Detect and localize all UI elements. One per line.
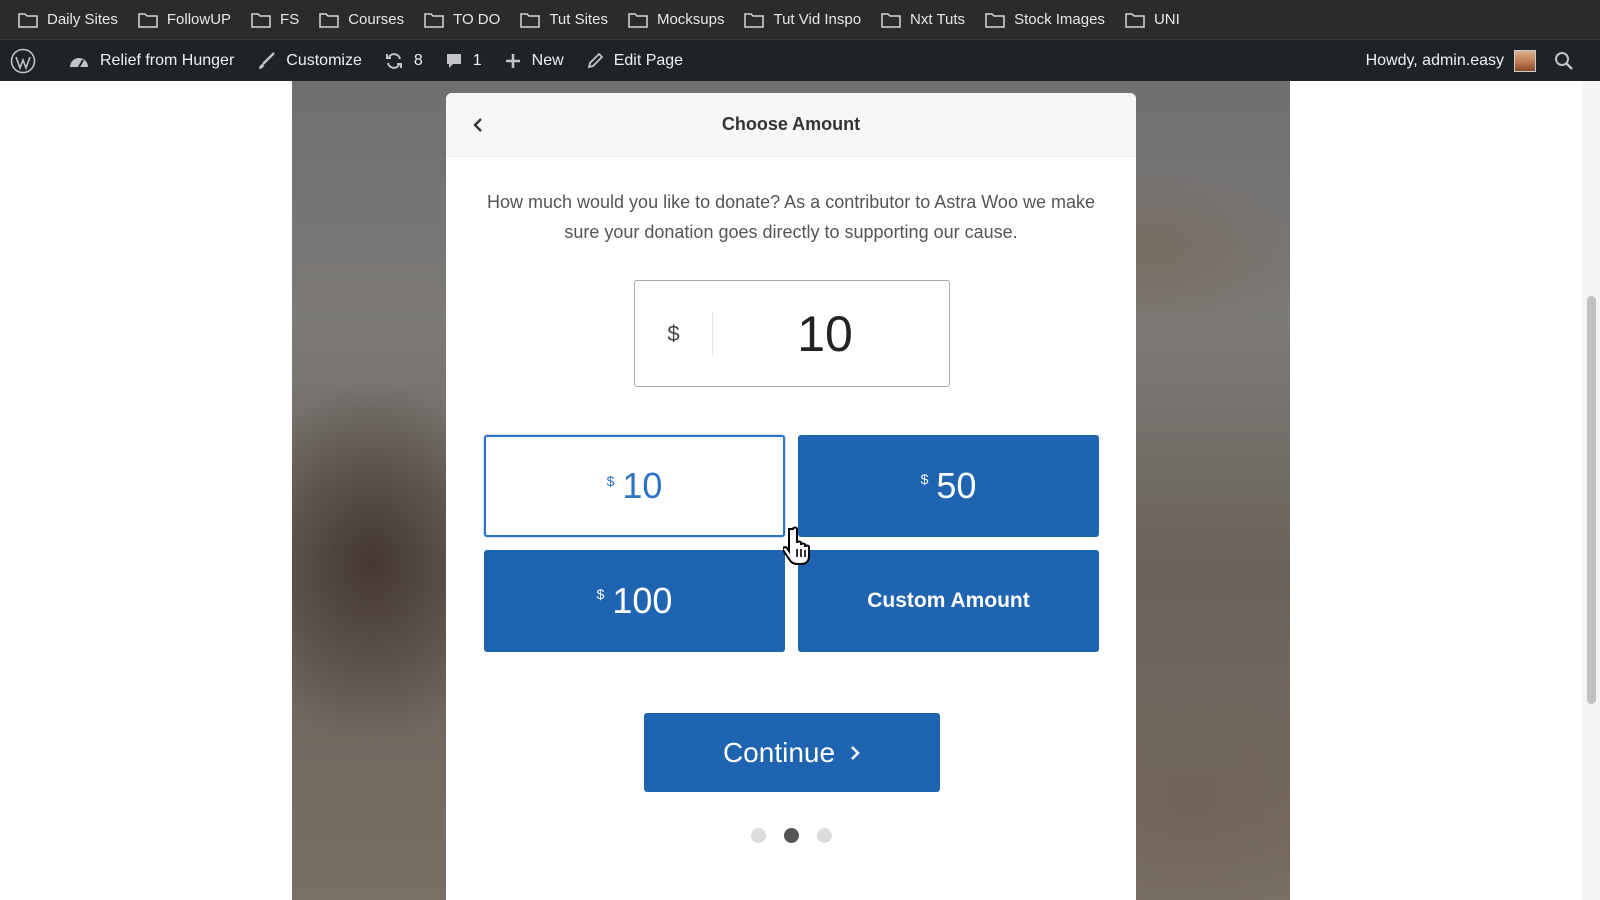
folder-icon [424,12,444,28]
bookmark-courses[interactable]: Courses [319,11,404,28]
amount-value[interactable]: 10 [713,305,949,363]
step-dot-2[interactable] [783,828,799,843]
option-amount: 50 [936,465,977,506]
pencil-icon [587,52,603,68]
avatar[interactable] [1514,49,1536,72]
option-amount: 10 [622,465,663,506]
edit-page-link[interactable]: Edit Page [586,52,683,70]
option-amount: 100 [612,580,673,621]
donation-description: How much would you like to donate? As a … [487,192,1095,242]
bookmark-tut-sites[interactable]: Tut Sites [520,11,608,28]
option-currency: $ [606,473,615,489]
bookmark-mocksups[interactable]: Mocksups [628,11,725,28]
edit-page-label: Edit Page [613,51,684,69]
modal-header: Choose Amount [446,93,1136,157]
amount-option-50[interactable]: $ 50 [798,435,1099,537]
modal-title: Choose Amount [721,114,861,134]
folder-icon [18,12,38,28]
bookmark-stock-images[interactable]: Stock Images [985,11,1105,28]
folder-icon [1125,12,1145,28]
updates-link[interactable]: 8 [384,51,423,71]
bookmark-to-do[interactable]: TO DO [424,11,500,28]
currency-symbol: $ [635,312,713,355]
bookmark-tut-vid-inspo[interactable]: Tut Vid Inspo [744,11,861,28]
bookmark-label: Nxt Tuts [910,11,966,28]
bookmark-label: Daily Sites [47,11,118,28]
amount-input[interactable]: $ 10 [634,280,950,387]
comment-icon [446,53,461,68]
folder-icon [628,12,648,28]
customize-label: Customize [286,51,362,69]
updates-count: 8 [413,51,423,69]
amount-option-10[interactable]: $ 10 [484,435,785,537]
comments-count: 1 [472,51,482,69]
amount-option-100[interactable]: $ 100 [484,550,785,652]
howdy-user-menu[interactable]: Howdy, admin.easy [1366,52,1504,70]
bookmark-label: UNI [1153,11,1180,28]
brush-icon [259,51,276,69]
hand-pointer-icon [783,526,810,565]
folder-icon [251,12,271,28]
bookmark-label: Stock Images [1014,11,1105,28]
wp-admin-bar: Relief from Hunger Customize 8 1 New Edi… [0,40,1600,81]
comments-link[interactable]: 1 [445,52,482,70]
customize-link[interactable]: Customize [256,51,362,71]
site-name: Relief from Hunger [100,51,235,69]
site-name-menu[interactable]: Relief from Hunger [68,51,234,71]
folder-icon [520,12,541,28]
bookmark-label: Tut Vid Inspo [773,11,862,28]
bookmark-daily-sites[interactable]: Daily Sites [18,11,118,28]
step-dot-3[interactable] [816,828,832,843]
bookmark-fs[interactable]: FS [251,11,299,28]
continue-button[interactable]: Continue [644,713,940,792]
bookmark-followup[interactable]: FollowUP [138,11,231,28]
updates-icon [385,52,402,69]
search-icon[interactable] [1554,51,1574,71]
donation-modal: Choose Amount How much would you like to… [446,93,1136,900]
chevron-left-icon [473,118,482,132]
wp-logo-menu[interactable] [10,48,46,74]
custom-amount-label: Custom Amount [867,589,1030,612]
bookmark-nxt-tuts[interactable]: Nxt Tuts [881,11,965,28]
bookmark-label: FollowUP [166,11,232,28]
bookmarks-bar: Daily Sites FollowUP FS Courses TO DO Tu… [0,0,1600,40]
plus-icon [505,53,520,68]
bookmark-uni[interactable]: UNI [1125,11,1180,28]
continue-label: Continue [722,736,836,768]
chevron-right-icon [851,745,860,760]
step-indicator [446,828,1136,843]
option-currency: $ [920,471,929,487]
custom-amount-button[interactable]: Custom Amount [798,550,1099,652]
bookmark-label: Courses [348,11,405,28]
folder-icon [138,12,158,28]
folder-icon [881,12,901,28]
bookmark-label: TO DO [453,11,501,28]
bookmark-label: Tut Sites [549,11,608,28]
new-label: New [531,51,564,69]
folder-icon [319,12,339,28]
folder-icon [744,12,765,28]
dashboard-icon [70,57,88,67]
scrollbar-thumb[interactable] [1587,296,1596,704]
bookmark-label: FS [280,11,300,28]
back-button[interactable] [466,113,490,137]
option-currency: $ [596,586,605,602]
wordpress-logo-icon [10,48,36,73]
step-dot-1[interactable] [750,828,766,843]
folder-icon [985,12,1005,28]
new-content-menu[interactable]: New [504,52,564,70]
bookmark-label: Mocksups [656,11,725,28]
